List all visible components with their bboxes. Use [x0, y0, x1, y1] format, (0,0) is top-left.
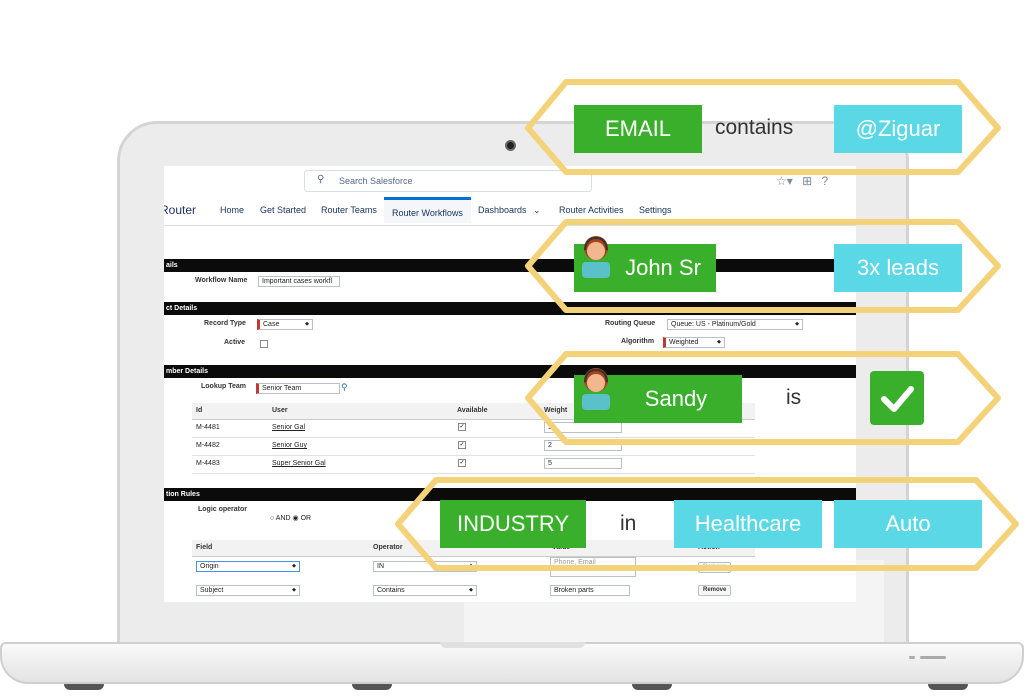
auto-chip: Auto [834, 500, 982, 548]
email-chip: EMAIL [574, 105, 702, 153]
industry-chip: INDUSTRY [440, 500, 586, 548]
leads-chip: 3x leads [834, 244, 962, 292]
is-label: is [786, 386, 802, 409]
avatar-icon [582, 236, 610, 278]
in-label: in [620, 512, 637, 535]
contains-label: contains [715, 116, 794, 139]
domain-chip: @Ziguar [834, 105, 962, 153]
healthcare-chip: Healthcare [674, 500, 822, 548]
avatar-icon [582, 368, 610, 410]
check-icon [870, 371, 924, 425]
